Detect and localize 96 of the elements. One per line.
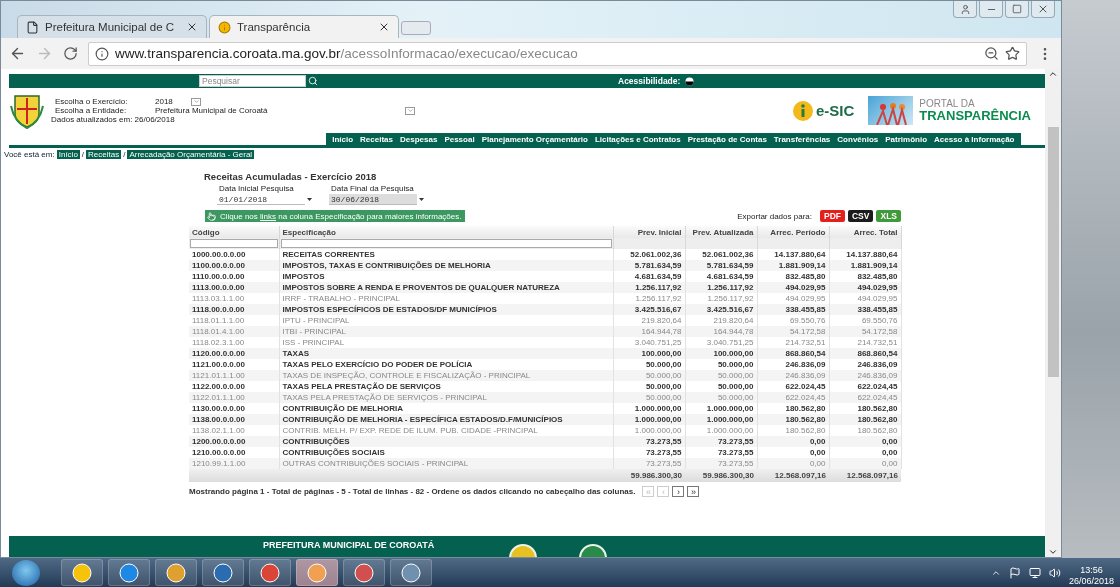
report-title: Receitas Acumuladas - Exercício 2018 — [204, 171, 378, 182]
menu-item[interactable]: Início — [328, 134, 357, 144]
breadcrumb-link[interactable]: Receitas — [86, 150, 122, 159]
menu-item[interactable]: Pessoal — [440, 134, 479, 144]
breadcrumb-separator: / — [81, 150, 85, 159]
search-icon[interactable] — [308, 76, 318, 86]
filter-label: Escolha o Exercício: — [55, 97, 129, 106]
app-icon[interactable] — [400, 561, 422, 584]
menu-item[interactable]: Convênios — [833, 134, 882, 144]
menu-item[interactable]: Patrimônio — [881, 134, 931, 144]
app-icon[interactable] — [71, 561, 93, 584]
app-icon[interactable] — [353, 561, 375, 584]
user-button[interactable] — [953, 1, 977, 18]
browser-tab[interactable]: Prefeitura Municipal de C — [17, 15, 207, 38]
browser-tab[interactable]: Transparência — [209, 15, 399, 38]
page-icon — [26, 20, 39, 34]
breadcrumb-link[interactable]: Arrecadação Orçamentária - Geral — [127, 150, 255, 159]
scroll-up-icon[interactable] — [1048, 69, 1058, 79]
hand-pointer-icon — [207, 211, 216, 221]
date-label: Data Final da Pesquisa — [330, 184, 415, 193]
column-header[interactable]: Arrec. Período — [757, 226, 829, 238]
export-button[interactable]: XLS — [876, 210, 901, 222]
total-cell: 59.986.300,30 — [613, 469, 685, 482]
zoom-out-icon[interactable] — [984, 46, 999, 61]
column-header[interactable]: Especificação — [279, 226, 613, 238]
url-text: www.transparencia.coroata.ma.gov.br/acessoInformacao/execucao/execucao — [115, 46, 579, 61]
start-button[interactable] — [12, 559, 40, 586]
speaker-icon[interactable] — [1048, 566, 1061, 579]
menu-item[interactable]: Licitações e Contratos — [591, 134, 685, 144]
accessibility-label: Acessibilidade: — [618, 76, 681, 86]
info-icon — [218, 20, 231, 34]
app-icon[interactable] — [212, 561, 234, 584]
close-button[interactable] — [1031, 1, 1055, 18]
info-icon — [95, 46, 109, 61]
links-link[interactable]: links — [260, 211, 277, 221]
menu-item[interactable]: Planejamento Orçamentário — [478, 134, 592, 144]
esic-logo[interactable]: e-SIC — [791, 99, 855, 122]
clock[interactable]: 13:56 26/06/2018 — [1068, 559, 1114, 586]
filter-label: Escolha a Entidade: — [55, 106, 128, 115]
transparency-portal-logo[interactable]: PORTAL DA TRANSPARÊNCIA — [868, 96, 1031, 125]
flag-icon[interactable] — [1008, 566, 1021, 579]
column-header[interactable]: Prev. Atualizada — [685, 226, 757, 238]
app-icon[interactable] — [118, 561, 140, 584]
menu-item[interactable]: Prestação de Contas — [684, 134, 771, 144]
close-icon[interactable] — [186, 21, 198, 33]
close-icon — [1037, 3, 1049, 15]
dropdown-button[interactable] — [405, 106, 415, 115]
scroll-down-icon[interactable] — [1048, 547, 1058, 557]
user-icon — [959, 3, 971, 15]
select-value[interactable]: Prefeitura Municipal de Coroatá — [155, 106, 405, 115]
total-cell: 59.986.300,30 — [685, 469, 757, 482]
app-icon[interactable] — [165, 561, 187, 584]
menu-item[interactable]: Transferências — [770, 134, 834, 144]
page-button[interactable]: » — [687, 486, 700, 497]
search-field[interactable]: Pesquisar — [199, 75, 306, 87]
app-icon[interactable] — [259, 561, 281, 584]
filter-input[interactable] — [280, 239, 612, 248]
contrast-icon[interactable] — [685, 76, 695, 86]
dropdown-button[interactable] — [191, 97, 201, 106]
footer-title: PREFEITURA MUNICIPAL DE COROATÁ — [263, 540, 436, 550]
pagination-text: Mostrando página 1 - Total de páginas - 5 - Total de linhas - 82 - Ordene os dados clicando no cabeçalho das colunas. — [189, 487, 636, 496]
date-label: Data Inicial Pesquisa — [218, 184, 295, 193]
hint-text: Clique nos links na coluna Especificação para maiores informações. — [220, 211, 462, 221]
menu-item[interactable]: Despesas — [396, 134, 441, 144]
back-icon[interactable] — [9, 45, 26, 62]
caret-icon[interactable] — [419, 198, 424, 201]
select-value[interactable]: 2018 — [155, 97, 191, 106]
maximize-icon — [1012, 4, 1022, 14]
column-header[interactable]: Arrec. Total — [829, 226, 901, 238]
app-icon[interactable] — [306, 561, 328, 584]
menu-item[interactable]: Acesso à Informação — [930, 134, 1018, 144]
column-header[interactable]: Prev. Inicial — [613, 226, 685, 238]
page-button[interactable]: › — [672, 486, 685, 497]
breadcrumb-link[interactable]: Início — [56, 150, 80, 159]
chevron-down-icon — [406, 107, 414, 114]
export-button[interactable]: CSV — [848, 210, 874, 222]
export-label: Exportar dados para: — [737, 211, 812, 221]
date-field[interactable]: 01/01/2018 — [217, 194, 305, 205]
menu-item[interactable]: Receitas — [356, 134, 397, 144]
maximize-button[interactable] — [1005, 1, 1029, 18]
export-button[interactable]: PDF — [820, 210, 845, 222]
star-icon[interactable] — [1005, 46, 1020, 61]
scrollbar[interactable] — [1045, 69, 1061, 557]
reload-icon[interactable] — [63, 46, 78, 61]
update-date-text: Dados atualizados em: 26/06/2018 — [51, 115, 176, 124]
total-cell: 12.568.097,16 — [757, 469, 829, 482]
caret-icon[interactable] — [307, 198, 312, 201]
network-icon[interactable] — [1028, 566, 1041, 579]
total-cell: 12.568.097,16 — [829, 469, 901, 482]
column-header[interactable]: Código — [189, 226, 279, 238]
chevron-down-icon — [192, 98, 200, 105]
close-icon[interactable] — [378, 21, 390, 33]
address-bar[interactable]: www.transparencia.coroata.ma.gov.br/acessoInformacao/execucao/execucao — [88, 41, 1027, 66]
breadcrumb-label: Você está em: — [4, 150, 55, 159]
breadcrumb-separator: / — [123, 150, 126, 159]
filter-input[interactable] — [190, 239, 278, 248]
